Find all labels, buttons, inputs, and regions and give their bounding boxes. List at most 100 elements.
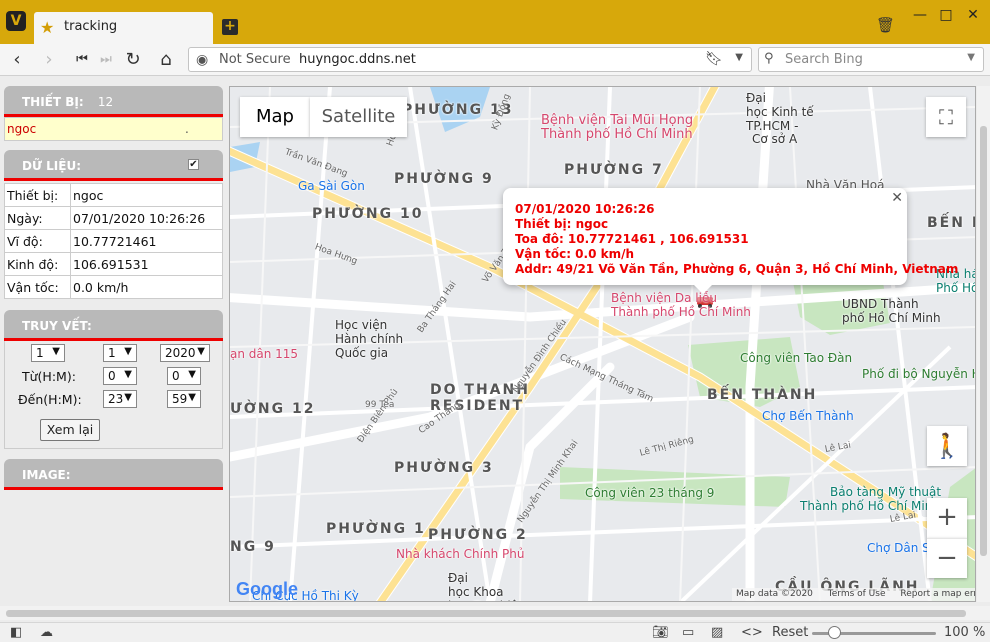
terms-link[interactable]: Terms of Use xyxy=(828,589,886,599)
zoom-reset-button[interactable]: Reset xyxy=(772,625,808,640)
row-label: Ngày: xyxy=(4,206,71,230)
map-place-label: Học viện xyxy=(335,318,388,332)
close-icon[interactable]: ✕ xyxy=(891,190,903,206)
from-minute-value: 0 xyxy=(172,369,180,383)
home-icon[interactable]: ⌂ xyxy=(156,50,176,70)
site-info-icon[interactable]: ◉ xyxy=(196,52,208,68)
scrollbar-thumb[interactable] xyxy=(980,126,987,556)
horizontal-scrollbar[interactable] xyxy=(0,606,990,620)
search-box[interactable]: ⚲ Search Bing ▼ xyxy=(758,47,984,72)
bookmark-icon[interactable]: 🔖︎ xyxy=(705,51,723,67)
street-view-pegman-icon[interactable]: 🚶 xyxy=(927,426,967,466)
to-minute-select[interactable]: 59 ▼ xyxy=(167,390,201,408)
minimize-button[interactable]: — xyxy=(910,6,930,24)
map-place-label: Hành chính xyxy=(335,332,404,346)
tab-satellite[interactable]: Satellite xyxy=(310,97,407,137)
tab-favicon-icon: ★ xyxy=(40,18,55,37)
replay-button[interactable]: Xem lại xyxy=(40,419,100,441)
map-footer: Map data ©2020 Terms of Use Report a map… xyxy=(732,588,975,601)
year-value: 2020 xyxy=(165,346,196,360)
tab-map[interactable]: Map xyxy=(240,97,310,137)
search-engine-dropdown-icon[interactable]: ▼ xyxy=(967,52,975,63)
trace-panel-title: TRUY VẾT: xyxy=(22,319,92,333)
map-place-label: Chợ Bến Thành xyxy=(762,409,854,423)
row-value: 0.0 km/h xyxy=(70,275,223,299)
info-address: Addr: 49/21 Võ Văn Tần, Phường 6, Quận 3… xyxy=(515,262,959,276)
month-select[interactable]: 1 ▼ xyxy=(103,344,137,362)
info-time: 07/01/2020 10:26:26 xyxy=(515,202,655,216)
browser-logo-icon[interactable]: V xyxy=(6,11,26,31)
map-view[interactable]: PHƯỜNG 13 Bệnh viện Tai Mũi Họng Thành phố… xyxy=(229,86,976,602)
to-hour-select[interactable]: 23 ▼ xyxy=(103,390,137,408)
url-text[interactable]: huyngoc.ddns.net xyxy=(299,52,416,67)
row-label: Thiết bị: xyxy=(4,183,71,207)
map-place-label: Công viên 23 tháng 9 xyxy=(585,486,715,500)
from-minute-select[interactable]: 0 ▼ xyxy=(167,367,201,385)
reload-icon[interactable]: ↻ xyxy=(123,50,143,70)
new-tab-button[interactable]: + xyxy=(222,19,238,35)
forward-icon[interactable]: › xyxy=(39,50,59,70)
map-place-label: Thành phố Hồ Chí Minh xyxy=(611,305,751,319)
row-label: Vận tốc: xyxy=(4,275,71,299)
maximize-button[interactable]: □ xyxy=(936,6,956,24)
chevron-down-icon: ▼ xyxy=(188,369,196,380)
vertical-scrollbar[interactable] xyxy=(977,86,990,602)
data-panel-title: DỮ LIỆU: xyxy=(22,159,82,173)
from-hour-select[interactable]: 0 ▼ xyxy=(103,367,137,385)
google-logo-text: Google xyxy=(236,579,298,599)
device-panel-title: THIẾT BỊ: xyxy=(22,95,84,109)
close-window-button[interactable]: ✕ xyxy=(963,6,983,24)
search-icon: ⚲ xyxy=(764,51,774,66)
rewind-icon[interactable]: ⏮ xyxy=(72,50,92,70)
to-hour-value: 23 xyxy=(108,392,124,406)
security-label: Not Secure xyxy=(219,52,291,67)
cloud-sync-icon[interactable]: ☁ xyxy=(40,625,53,640)
chevron-down-icon: ▼ xyxy=(124,346,132,357)
fast-forward-icon[interactable]: ⏭ xyxy=(96,50,116,70)
map-place-label: Bảo tàng Mỹ thuật xyxy=(830,485,942,499)
info-speed: Vận tốc: 0.0 km/h xyxy=(515,247,635,261)
google-logo: Google xyxy=(236,579,298,600)
search-placeholder[interactable]: Search Bing xyxy=(785,52,863,67)
zoom-in-button[interactable]: + xyxy=(927,498,967,538)
panel-toggle-icon[interactable]: ◧ xyxy=(10,625,22,640)
from-hour-value: 0 xyxy=(108,369,116,383)
address-bar[interactable]: ◉ Not Secure huyngoc.ddns.net 🔖︎ ▼ xyxy=(188,47,752,72)
report-error-link[interactable]: Report a map error xyxy=(900,589,975,599)
zoom-slider-handle[interactable] xyxy=(828,626,841,639)
chevron-down-icon: ▼ xyxy=(188,392,196,403)
trash-icon[interactable]: 🗑 xyxy=(876,16,895,34)
map-place-label: ạn dân 115 xyxy=(230,347,299,361)
window-icon[interactable]: ▭ xyxy=(682,625,694,640)
chevron-down-icon[interactable]: ▼ xyxy=(735,52,743,63)
device-list-item[interactable]: ngoc . xyxy=(4,117,223,141)
info-coords: Toa đô: 10.77721461 , 106.691531 xyxy=(515,232,749,246)
status-bar: ◧ ☁ 📷︎ ▭ ▨ <> Reset 100 % xyxy=(0,622,990,642)
image-icon[interactable]: ▨ xyxy=(711,625,723,640)
day-value: 1 xyxy=(36,346,44,360)
back-icon[interactable]: ‹ xyxy=(7,50,27,70)
map-place-label: Cơ sở A xyxy=(752,132,798,146)
day-select[interactable]: 1 ▼ xyxy=(31,344,65,362)
year-select[interactable]: 2020 ▼ xyxy=(160,344,210,362)
table-row: Kinh độ: 106.691531 xyxy=(4,252,223,276)
month-value: 1 xyxy=(108,346,116,360)
code-icon[interactable]: <> xyxy=(741,625,763,640)
to-minute-value: 59 xyxy=(172,392,188,406)
device-extra: . xyxy=(185,122,189,136)
map-place-label: Nhà khách Chính Phủ xyxy=(396,547,525,561)
camera-icon[interactable]: 📷︎ xyxy=(652,625,669,640)
info-window-pointer xyxy=(693,284,713,294)
tab-tracking[interactable]: ★ tracking xyxy=(34,12,213,44)
map-place-label: Phố Hồ xyxy=(936,281,976,295)
table-row: Ngày: 07/01/2020 10:26:26 xyxy=(4,206,223,230)
map-place-label: PHƯỜNG 2 xyxy=(428,527,528,543)
scrollbar-thumb[interactable] xyxy=(6,610,966,617)
map-place-label: Quốc gia xyxy=(335,346,389,360)
device-name[interactable]: ngoc xyxy=(7,122,36,136)
data-panel-checkbox[interactable]: ✔ xyxy=(188,159,199,170)
zoom-out-button[interactable]: − xyxy=(927,538,967,578)
fullscreen-icon[interactable]: ⛶ xyxy=(926,97,966,137)
to-label: Đến(H:M): xyxy=(18,392,82,407)
image-panel-header: IMAGE: xyxy=(4,459,223,490)
